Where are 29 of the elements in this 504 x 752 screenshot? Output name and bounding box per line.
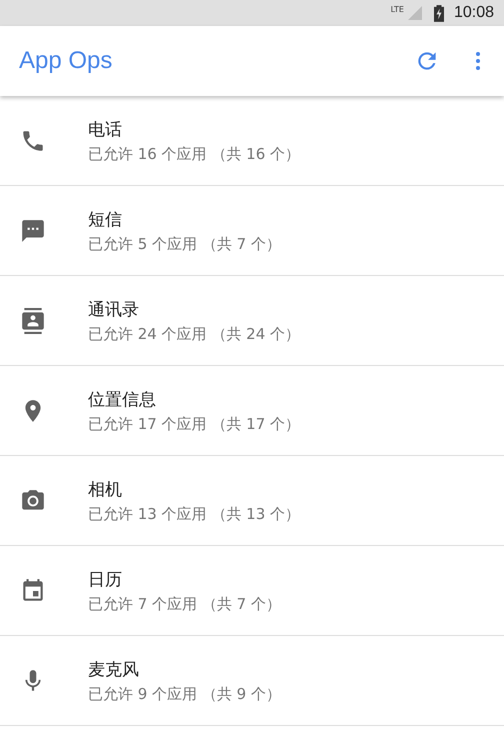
permission-item[interactable]: 日历 已允许 7 个应用 （共 7 个） <box>0 546 504 636</box>
item-summary: 已允许 7 个应用 （共 7 个） <box>88 594 281 614</box>
item-title: 电话 <box>88 118 123 140</box>
permission-item[interactable]: 位置信息 已允许 17 个应用 （共 17 个） <box>0 366 504 456</box>
status-time: 10:08 <box>454 4 494 22</box>
item-summary: 已允许 13 个应用 （共 13 个） <box>88 504 300 524</box>
item-summary: 已允许 24 个应用 （共 24 个） <box>88 324 300 344</box>
network-label: LTE <box>390 5 404 14</box>
item-title: 麦克风 <box>88 658 140 680</box>
item-title: 短信 <box>88 208 123 230</box>
permission-item[interactable]: 短信 已允许 5 个应用 （共 7 个） <box>0 186 504 276</box>
item-summary: 已允许 9 个应用 （共 9 个） <box>88 684 281 704</box>
item-summary: 已允许 5 个应用 （共 7 个） <box>88 234 281 254</box>
item-title: 相机 <box>88 478 123 500</box>
item-title: 位置信息 <box>88 388 157 410</box>
item-summary: 已允许 16 个应用 （共 16 个） <box>88 144 300 164</box>
calendar-icon <box>20 578 46 604</box>
signal-icon <box>408 6 422 20</box>
permission-item[interactable]: 相机 已允许 13 个应用 （共 13 个） <box>0 456 504 546</box>
battery-charging-icon <box>434 4 444 22</box>
message-icon <box>20 218 46 244</box>
item-title: 通讯录 <box>88 298 140 320</box>
contact-card-icon <box>20 308 46 334</box>
item-summary: 已允许 17 个应用 （共 17 个） <box>88 414 300 434</box>
item-title: 日历 <box>88 568 123 590</box>
permission-item[interactable]: 通讯录 已允许 24 个应用 （共 24 个） <box>0 276 504 366</box>
permission-item[interactable]: 麦克风 已允许 9 个应用 （共 9 个） <box>0 636 504 726</box>
toolbar-title: App Ops <box>19 47 114 75</box>
permission-item[interactable]: 电话 已允许 16 个应用 （共 16 个） <box>0 96 504 186</box>
